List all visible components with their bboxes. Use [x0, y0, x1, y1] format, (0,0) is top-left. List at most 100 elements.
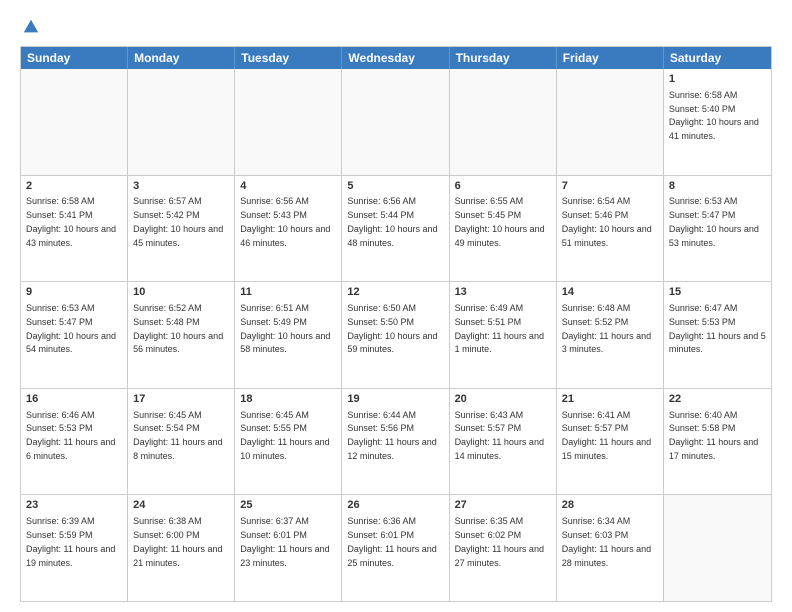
calendar-cell: 22 Sunrise: 6:40 AM Sunset: 5:58 PM Dayli… — [664, 389, 771, 495]
calendar-cell — [21, 69, 128, 175]
day-number: 7 — [562, 179, 658, 194]
calendar-cell: 19 Sunrise: 6:44 AM Sunset: 5:56 PM Dayli… — [342, 389, 449, 495]
day-number: 23 — [26, 498, 122, 513]
calendar-cell: 2 Sunrise: 6:58 AM Sunset: 5:41 PM Daylig… — [21, 176, 128, 282]
calendar-cell: 23Sunrise: 6:39 AM Sunset: 5:59 PM Dayli… — [21, 495, 128, 601]
day-number: 6 — [455, 179, 551, 194]
calendar-cell: 18 Sunrise: 6:45 AM Sunset: 5:55 PM Dayli… — [235, 389, 342, 495]
calendar-cell: 15 Sunrise: 6:47 AM Sunset: 5:53 PM Dayli… — [664, 282, 771, 388]
day-info: Sunrise: 6:54 AM Sunset: 5:46 PM Dayligh… — [562, 196, 652, 247]
day-number: 1 — [669, 72, 766, 87]
day-number: 27 — [455, 498, 551, 513]
calendar-cell: 11 Sunrise: 6:51 AM Sunset: 5:49 PM Dayli… — [235, 282, 342, 388]
day-number: 2 — [26, 179, 122, 194]
day-info: Sunrise: 6:43 AM Sunset: 5:57 PM Dayligh… — [455, 410, 544, 461]
day-info: Sunrise: 6:40 AM Sunset: 5:58 PM Dayligh… — [669, 410, 758, 461]
calendar-cell — [128, 69, 235, 175]
day-number: 4 — [240, 179, 336, 194]
page: SundayMondayTuesdayWednesdayThursdayFrid… — [0, 0, 792, 612]
calendar-cell: 3Sunrise: 6:57 AM Sunset: 5:42 PM Daylig… — [128, 176, 235, 282]
calendar-cell: 26 Sunrise: 6:36 AM Sunset: 6:01 PM Dayli… — [342, 495, 449, 601]
calendar-cell — [557, 69, 664, 175]
day-info: Sunrise: 6:47 AM Sunset: 5:53 PM Dayligh… — [669, 303, 766, 354]
calendar-week-3: 16 Sunrise: 6:46 AM Sunset: 5:53 PM Dayli… — [21, 388, 771, 495]
day-number: 18 — [240, 392, 336, 407]
day-header-thursday: Thursday — [450, 47, 557, 69]
day-number: 12 — [347, 285, 443, 300]
calendar-cell: 14 Sunrise: 6:48 AM Sunset: 5:52 PM Dayli… — [557, 282, 664, 388]
calendar-cell: 7 Sunrise: 6:54 AM Sunset: 5:46 PM Daylig… — [557, 176, 664, 282]
day-number: 8 — [669, 179, 766, 194]
calendar-cell: 17Sunrise: 6:45 AM Sunset: 5:54 PM Dayli… — [128, 389, 235, 495]
calendar-week-0: 1 Sunrise: 6:58 AM Sunset: 5:40 PM Daylig… — [21, 69, 771, 175]
calendar-body: 1 Sunrise: 6:58 AM Sunset: 5:40 PM Daylig… — [21, 69, 771, 601]
day-number: 16 — [26, 392, 122, 407]
day-info: Sunrise: 6:57 AM Sunset: 5:42 PM Dayligh… — [133, 196, 223, 247]
day-header-friday: Friday — [557, 47, 664, 69]
day-number: 9 — [26, 285, 122, 300]
day-number: 21 — [562, 392, 658, 407]
day-number: 28 — [562, 498, 658, 513]
day-info: Sunrise: 6:38 AM Sunset: 6:00 PM Dayligh… — [133, 516, 222, 567]
day-number: 24 — [133, 498, 229, 513]
day-number: 10 — [133, 285, 229, 300]
day-info: Sunrise: 6:45 AM Sunset: 5:55 PM Dayligh… — [240, 410, 329, 461]
logo — [20, 18, 40, 36]
day-number: 14 — [562, 285, 658, 300]
day-number: 15 — [669, 285, 766, 300]
day-info: Sunrise: 6:53 AM Sunset: 5:47 PM Dayligh… — [26, 303, 116, 354]
day-info: Sunrise: 6:58 AM Sunset: 5:41 PM Dayligh… — [26, 196, 116, 247]
day-info: Sunrise: 6:55 AM Sunset: 5:45 PM Dayligh… — [455, 196, 545, 247]
calendar-cell: 27 Sunrise: 6:35 AM Sunset: 6:02 PM Dayli… — [450, 495, 557, 601]
day-info: Sunrise: 6:44 AM Sunset: 5:56 PM Dayligh… — [347, 410, 436, 461]
day-info: Sunrise: 6:46 AM Sunset: 5:53 PM Dayligh… — [26, 410, 115, 461]
day-number: 25 — [240, 498, 336, 513]
day-info: Sunrise: 6:48 AM Sunset: 5:52 PM Dayligh… — [562, 303, 651, 354]
calendar-cell — [235, 69, 342, 175]
calendar-cell: 12 Sunrise: 6:50 AM Sunset: 5:50 PM Dayli… — [342, 282, 449, 388]
calendar-cell: 1 Sunrise: 6:58 AM Sunset: 5:40 PM Daylig… — [664, 69, 771, 175]
day-info: Sunrise: 6:34 AM Sunset: 6:03 PM Dayligh… — [562, 516, 651, 567]
day-info: Sunrise: 6:52 AM Sunset: 5:48 PM Dayligh… — [133, 303, 223, 354]
day-info: Sunrise: 6:56 AM Sunset: 5:44 PM Dayligh… — [347, 196, 437, 247]
day-info: Sunrise: 6:56 AM Sunset: 5:43 PM Dayligh… — [240, 196, 330, 247]
calendar-cell: 28 Sunrise: 6:34 AM Sunset: 6:03 PM Dayli… — [557, 495, 664, 601]
day-number: 20 — [455, 392, 551, 407]
calendar-cell: 5 Sunrise: 6:56 AM Sunset: 5:44 PM Daylig… — [342, 176, 449, 282]
calendar-cell: 24 Sunrise: 6:38 AM Sunset: 6:00 PM Dayli… — [128, 495, 235, 601]
calendar-cell — [664, 495, 771, 601]
day-info: Sunrise: 6:50 AM Sunset: 5:50 PM Dayligh… — [347, 303, 437, 354]
day-info: Sunrise: 6:35 AM Sunset: 6:02 PM Dayligh… — [455, 516, 544, 567]
day-info: Sunrise: 6:58 AM Sunset: 5:40 PM Dayligh… — [669, 90, 759, 141]
day-number: 11 — [240, 285, 336, 300]
day-number: 22 — [669, 392, 766, 407]
calendar-cell — [342, 69, 449, 175]
day-info: Sunrise: 6:36 AM Sunset: 6:01 PM Dayligh… — [347, 516, 436, 567]
calendar-cell: 4 Sunrise: 6:56 AM Sunset: 5:43 PM Daylig… — [235, 176, 342, 282]
calendar-cell: 16 Sunrise: 6:46 AM Sunset: 5:53 PM Dayli… — [21, 389, 128, 495]
day-number: 5 — [347, 179, 443, 194]
calendar: SundayMondayTuesdayWednesdayThursdayFrid… — [20, 46, 772, 602]
day-header-tuesday: Tuesday — [235, 47, 342, 69]
logo-icon — [22, 18, 40, 36]
calendar-cell: 6 Sunrise: 6:55 AM Sunset: 5:45 PM Daylig… — [450, 176, 557, 282]
calendar-week-1: 2 Sunrise: 6:58 AM Sunset: 5:41 PM Daylig… — [21, 175, 771, 282]
day-header-sunday: Sunday — [21, 47, 128, 69]
calendar-cell: 9 Sunrise: 6:53 AM Sunset: 5:47 PM Daylig… — [21, 282, 128, 388]
day-header-monday: Monday — [128, 47, 235, 69]
calendar-header: SundayMondayTuesdayWednesdayThursdayFrid… — [21, 47, 771, 69]
day-header-wednesday: Wednesday — [342, 47, 449, 69]
day-header-saturday: Saturday — [664, 47, 771, 69]
day-number: 13 — [455, 285, 551, 300]
day-info: Sunrise: 6:51 AM Sunset: 5:49 PM Dayligh… — [240, 303, 330, 354]
header — [20, 18, 772, 36]
day-number: 19 — [347, 392, 443, 407]
calendar-cell: 21Sunrise: 6:41 AM Sunset: 5:57 PM Dayli… — [557, 389, 664, 495]
calendar-cell: 8Sunrise: 6:53 AM Sunset: 5:47 PM Daylig… — [664, 176, 771, 282]
calendar-cell: 10 Sunrise: 6:52 AM Sunset: 5:48 PM Dayli… — [128, 282, 235, 388]
day-number: 26 — [347, 498, 443, 513]
calendar-cell: 13 Sunrise: 6:49 AM Sunset: 5:51 PM Dayli… — [450, 282, 557, 388]
day-info: Sunrise: 6:49 AM Sunset: 5:51 PM Dayligh… — [455, 303, 544, 354]
day-info: Sunrise: 6:45 AM Sunset: 5:54 PM Dayligh… — [133, 410, 222, 461]
calendar-week-4: 23Sunrise: 6:39 AM Sunset: 5:59 PM Dayli… — [21, 494, 771, 601]
